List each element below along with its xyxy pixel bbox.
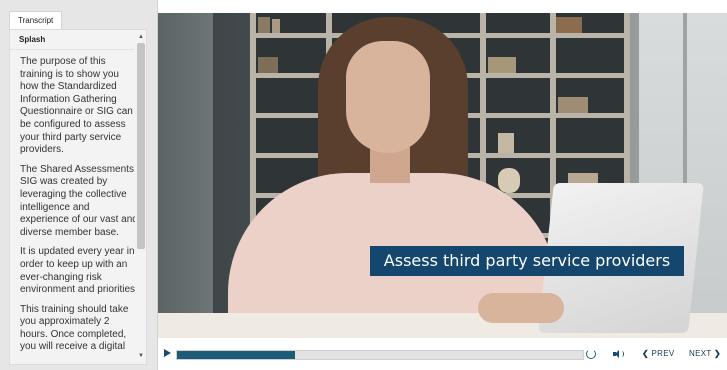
video-frame[interactable]: Assess third party service providers	[158, 13, 727, 338]
play-icon[interactable]	[164, 349, 171, 357]
scrollbar-thumb[interactable]	[137, 43, 145, 249]
scroll-up-arrow-icon[interactable]: ▲	[137, 33, 145, 41]
video-book	[556, 17, 582, 33]
video-book	[558, 97, 588, 113]
transcript-scrollbar[interactable]: ▲ ▼	[135, 30, 146, 364]
video-background-wall	[158, 13, 213, 338]
transcript-section-title: Splash	[10, 30, 134, 50]
transcript-paragraph: The purpose of this training is to show …	[20, 56, 133, 156]
prev-button-label: PREV	[651, 349, 675, 358]
video-book	[258, 17, 270, 33]
video-person-face	[346, 41, 430, 153]
video-book	[272, 19, 280, 33]
chevron-left-icon: ❮	[642, 349, 650, 358]
progress-bar-fill	[177, 351, 295, 359]
replay-icon[interactable]	[586, 349, 596, 359]
volume-icon-cone	[615, 350, 619, 358]
transcript-panel: Transcript Splash The purpose of this tr…	[0, 0, 158, 370]
video-person-hand	[478, 293, 564, 323]
video-vase	[498, 168, 520, 193]
volume-icon[interactable]	[613, 349, 625, 359]
scroll-down-arrow-icon[interactable]: ▼	[137, 352, 145, 360]
transcript-text: The purpose of this training is to show …	[20, 56, 138, 361]
prev-button[interactable]: ❮ PREV	[642, 348, 675, 360]
transcript-box: Splash The purpose of this training is t…	[9, 29, 147, 365]
next-button[interactable]: NEXT ❯	[689, 348, 721, 360]
player-controls: ❮ PREV NEXT ❯	[158, 338, 727, 370]
transcript-paragraph: It is updated every year in order to kee…	[20, 246, 138, 296]
video-book	[488, 57, 516, 73]
transcript-paragraph: The Shared Assessments SIG was created b…	[20, 163, 138, 238]
transcript-paragraph: This training should take you approximat…	[20, 303, 129, 353]
tab-transcript[interactable]: Transcript	[9, 11, 63, 29]
video-book	[498, 133, 514, 153]
chevron-right-icon: ❯	[713, 349, 721, 358]
volume-icon-wave	[620, 351, 624, 357]
progress-bar[interactable]	[176, 350, 584, 360]
next-button-label: NEXT	[689, 349, 712, 358]
video-book	[258, 57, 278, 73]
video-caption: Assess third party service providers	[370, 246, 684, 276]
